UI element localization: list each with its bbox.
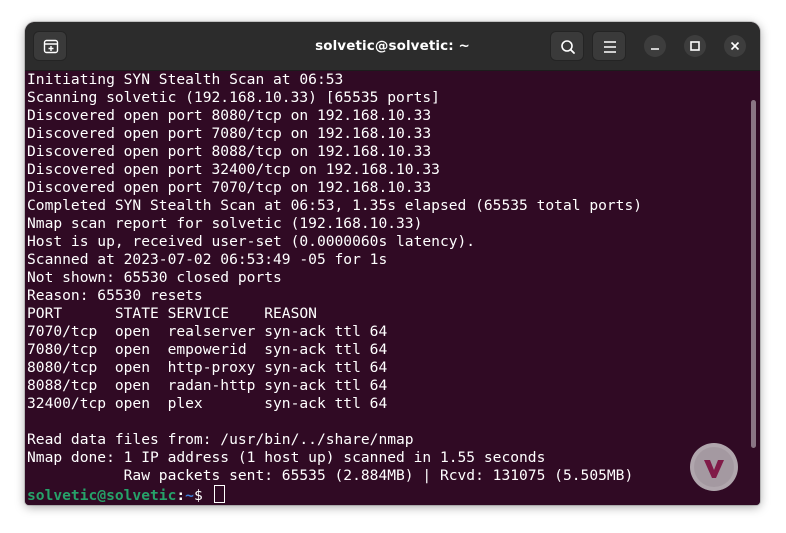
close-button[interactable] bbox=[724, 35, 746, 57]
terminal-line: Scanning solvetic (192.168.10.33) [65535… bbox=[27, 89, 440, 106]
search-icon bbox=[561, 40, 575, 54]
terminal-line: Completed SYN Stealth Scan at 06:53, 1.3… bbox=[27, 197, 643, 214]
terminal-output[interactable]: Initiating SYN Stealth Scan at 06:53 Sca… bbox=[25, 71, 760, 505]
prompt-user-host: solvetic@solvetic bbox=[27, 487, 177, 504]
prompt-path: ~ bbox=[185, 487, 194, 504]
shell-prompt[interactable]: solvetic@solvetic:~$ bbox=[27, 485, 760, 504]
hamburger-menu-icon bbox=[604, 41, 616, 53]
port-table-row: 7080/tcp open empowerid syn-ack ttl 64 bbox=[27, 341, 388, 358]
port-table-row: 8080/tcp open http-proxy syn-ack ttl 64 bbox=[27, 359, 388, 376]
scrollbar[interactable] bbox=[751, 100, 756, 448]
search-button[interactable] bbox=[550, 31, 584, 61]
watermark-logo bbox=[690, 443, 738, 491]
terminal-line: Read data files from: /usr/bin/../share/… bbox=[27, 431, 414, 448]
prompt-separator: : bbox=[176, 487, 186, 504]
terminal-line: Raw packets sent: 65535 (2.884MB) | Rcvd… bbox=[27, 467, 634, 484]
terminal-line: Scanned at 2023-07-02 06:53:49 -05 for 1… bbox=[27, 251, 388, 268]
prompt-symbol: $ bbox=[193, 487, 212, 504]
port-table-row: 32400/tcp open plex syn-ack ttl 64 bbox=[27, 395, 388, 412]
terminal-line: Host is up, received user-set (0.0000060… bbox=[27, 233, 476, 250]
terminal-line: Reason: 65530 resets bbox=[27, 287, 203, 304]
terminal-line: Nmap done: 1 IP address (1 host up) scan… bbox=[27, 449, 546, 466]
port-table-row: 7070/tcp open realserver syn-ack ttl 64 bbox=[27, 323, 388, 340]
terminal-line: Discovered open port 8088/tcp on 192.168… bbox=[27, 143, 432, 160]
minimize-button[interactable] bbox=[644, 35, 666, 57]
terminal-line: Discovered open port 7070/tcp on 192.168… bbox=[27, 179, 432, 196]
terminal-line: Not shown: 65530 closed ports bbox=[27, 269, 282, 286]
maximize-icon bbox=[690, 41, 700, 51]
port-table-row: 8088/tcp open radan-http syn-ack ttl 64 bbox=[27, 377, 388, 394]
terminal-line: Discovered open port 8080/tcp on 192.168… bbox=[27, 107, 432, 124]
port-table-header: PORT STATE SERVICE REASON bbox=[27, 305, 317, 322]
terminal-window: solvetic@solvetic: ~ Initiating SYN Stea… bbox=[25, 22, 760, 505]
terminal-line: Nmap scan report for solvetic (192.168.1… bbox=[27, 215, 423, 232]
minimize-icon bbox=[651, 48, 659, 50]
terminal-line: Initiating SYN Stealth Scan at 06:53 bbox=[27, 71, 344, 88]
terminal-line: Discovered open port 7080/tcp on 192.168… bbox=[27, 125, 432, 142]
menu-button[interactable] bbox=[592, 31, 626, 61]
title-bar[interactable]: solvetic@solvetic: ~ bbox=[25, 22, 760, 71]
close-icon bbox=[730, 41, 740, 51]
terminal-line: Discovered open port 32400/tcp on 192.16… bbox=[27, 161, 440, 178]
text-cursor bbox=[213, 485, 225, 503]
maximize-button[interactable] bbox=[684, 35, 706, 57]
watermark-logo-icon bbox=[694, 447, 734, 487]
